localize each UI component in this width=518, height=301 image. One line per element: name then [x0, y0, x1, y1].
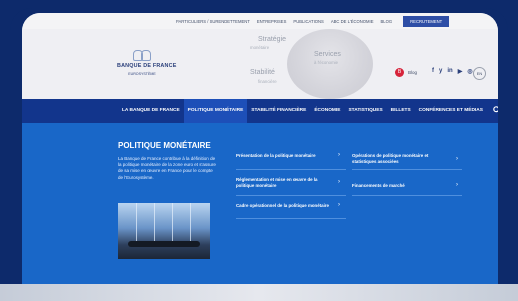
main-navigation: LA BANQUE DE FRANCE POLITIQUE MONÉTAIRE … — [22, 99, 498, 123]
chevron-right-icon: › — [338, 152, 340, 158]
header-sub-economie: à l'économie — [314, 60, 338, 65]
menu-link-reglementation[interactable]: Réglementation et mise en œuvre de la po… — [236, 177, 334, 189]
menu-divider — [236, 218, 346, 219]
header-sub-financiere: financière — [258, 79, 277, 84]
logo-emblem-icon — [133, 48, 151, 61]
panel-description: La Banque de France contribue à la défin… — [118, 156, 216, 180]
menu-link-financements[interactable]: Financements de marché — [352, 183, 448, 189]
menu-divider — [236, 195, 346, 196]
topbar-link-particuliers[interactable]: PARTICULIERS / SURENDETTEMENT — [176, 19, 250, 24]
top-utility-bar: PARTICULIERS / SURENDETTEMENT ENTREPRISE… — [22, 13, 498, 29]
site-header: BANQUE DE FRANCE EUROSYSTÈME Stratégie m… — [22, 29, 498, 99]
social-links: f y in ▶ ◎ — [432, 68, 473, 75]
blog-icon: B — [395, 68, 404, 77]
chevron-right-icon: › — [338, 202, 340, 208]
browser-viewport: PARTICULIERS / SURENDETTEMENT ENTREPRISE… — [22, 13, 498, 297]
instagram-icon[interactable]: ◎ — [467, 68, 472, 75]
topbar-link-abc[interactable]: ABC DE L'ÉCONOMIE — [331, 19, 374, 24]
nav-item-billets[interactable]: BILLETS — [387, 99, 415, 123]
page-background-strip — [0, 284, 518, 301]
menu-divider — [236, 169, 346, 170]
youtube-icon[interactable]: ▶ — [458, 68, 463, 75]
facebook-icon[interactable]: f — [432, 68, 434, 75]
topbar-link-entreprises[interactable]: ENTREPRISES — [257, 19, 287, 24]
meeting-room-image — [118, 203, 210, 259]
menu-link-operations[interactable]: Opérations de politique monétaire et sta… — [352, 153, 448, 165]
menu-link-cadre[interactable]: Cadre opérationnel de la politique monét… — [236, 203, 346, 209]
logo-subtitle: EUROSYSTÈME — [128, 72, 156, 76]
topbar-link-publications[interactable]: PUBLICATIONS — [293, 19, 323, 24]
blog-label: Blog — [408, 70, 418, 75]
linkedin-icon[interactable]: in — [447, 68, 452, 75]
topbar-link-blog[interactable]: BLOG — [381, 19, 393, 24]
mega-menu-panel: POLITIQUE MONÉTAIRE La Banque de France … — [22, 123, 498, 297]
menu-divider — [352, 195, 462, 196]
header-word-services[interactable]: Services — [314, 51, 341, 58]
bdf-logo[interactable]: BANQUE DE FRANCE EUROSYSTÈME — [117, 48, 177, 92]
chevron-right-icon: › — [338, 179, 340, 185]
chevron-right-icon: › — [456, 156, 458, 162]
menu-divider — [352, 169, 462, 170]
header-word-strategie[interactable]: Stratégie — [258, 36, 286, 43]
nav-item-politique-monetaire[interactable]: POLITIQUE MONÉTAIRE — [183, 99, 248, 123]
search-icon[interactable] — [487, 99, 498, 123]
twitter-icon[interactable]: y — [439, 68, 442, 75]
nav-item-conferences[interactable]: CONFÉRENCES ET MÉDIAS — [415, 99, 487, 123]
logo-name: BANQUE DE FRANCE — [117, 63, 177, 69]
recruitment-button[interactable]: RECRUTEMENT — [403, 15, 450, 27]
nav-item-economie[interactable]: ÉCONOMIE — [310, 99, 344, 123]
menu-link-presentation[interactable]: Présentation de la politique monétaire — [236, 153, 346, 159]
panel-title: POLITIQUE MONÉTAIRE — [118, 141, 211, 150]
language-switch-button[interactable]: EN — [473, 67, 486, 80]
nav-item-banque[interactable]: LA BANQUE DE FRANCE — [118, 99, 184, 123]
header-sub-monetaire: monétaire — [250, 45, 270, 50]
blog-link[interactable]: B Blog — [395, 68, 417, 77]
header-word-stabilite[interactable]: Stabilité — [250, 69, 275, 76]
nav-item-stabilite[interactable]: STABILITÉ FINANCIÈRE — [247, 99, 310, 123]
nav-item-statistiques[interactable]: STATISTIQUES — [344, 99, 386, 123]
chevron-right-icon: › — [456, 182, 458, 188]
